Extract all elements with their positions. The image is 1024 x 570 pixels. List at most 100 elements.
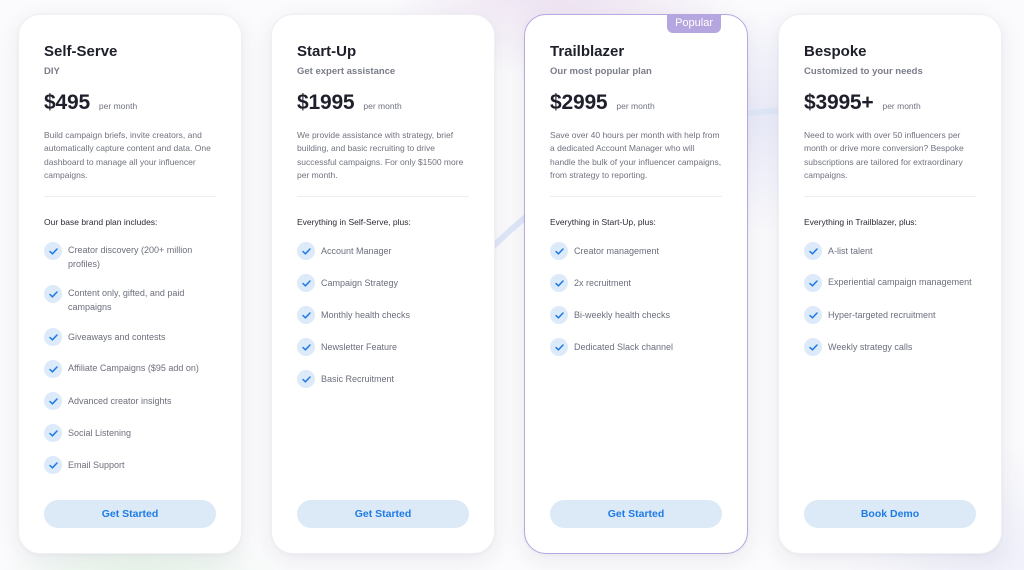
- check-icon: [44, 242, 62, 260]
- pricing-card-start-up: Start-Up Get expert assistance $1995 per…: [271, 14, 495, 554]
- pricing-card-self-serve: Self-Serve DIY $495 per month Build camp…: [18, 14, 242, 554]
- feature-text: Creator management: [574, 246, 660, 256]
- feature-text: Advanced creator insights: [68, 396, 172, 406]
- price-period: per month: [363, 101, 402, 111]
- feature-item: Giveaways and contests: [44, 327, 216, 346]
- check-icon: [297, 274, 315, 292]
- check-icon: [550, 274, 568, 292]
- price-row: $3995+ per month: [804, 91, 921, 115]
- feature-list: A-list talent Experiential campaign mana…: [804, 241, 976, 369]
- plan-name: Bespoke: [804, 43, 867, 60]
- check-icon: [550, 306, 568, 324]
- check-icon: [550, 242, 568, 260]
- divider: [297, 196, 469, 197]
- plan-description: Save over 40 hours per month with help f…: [550, 130, 722, 181]
- pricing-card-trailblazer: Popular Trailblazer Our most popular pla…: [524, 14, 748, 554]
- feature-text: A-list talent: [828, 246, 873, 256]
- feature-text: 2x recruitment: [574, 278, 632, 288]
- plan-price: $3995+: [804, 91, 874, 114]
- feature-text: Account Manager: [321, 246, 392, 256]
- price-row: $2995 per month: [550, 91, 655, 115]
- feature-item: Campaign Strategy: [297, 273, 469, 292]
- check-icon: [44, 328, 62, 346]
- check-icon: [297, 242, 315, 260]
- feature-text: Content only, gifted, and paid campaigns: [68, 288, 185, 312]
- price-row: $495 per month: [44, 91, 137, 115]
- plan-name: Self-Serve: [44, 43, 118, 60]
- feature-text: Social Listening: [68, 428, 132, 438]
- feature-item: Bi-weekly health checks: [550, 305, 722, 324]
- plan-description: Build campaign briefs, invite creators, …: [44, 130, 211, 181]
- check-icon: [44, 360, 62, 378]
- plan-price: $495: [44, 91, 90, 114]
- plan-tagline: Our most popular plan: [550, 66, 652, 77]
- plan-price: $1995: [297, 91, 355, 114]
- check-icon: [297, 306, 315, 324]
- feature-item: Weekly strategy calls: [804, 337, 976, 356]
- features-intro: Everything in Start-Up, plus:: [550, 217, 656, 227]
- check-icon: [804, 338, 822, 356]
- feature-text: Dedicated Slack channel: [574, 342, 674, 352]
- check-icon: [297, 338, 315, 356]
- check-icon: [804, 306, 822, 324]
- feature-item: Email Support: [44, 455, 216, 474]
- check-icon: [297, 370, 315, 388]
- feature-list: Account Manager Campaign Strategy Monthl…: [297, 241, 469, 401]
- features-intro: Everything in Self-Serve, plus:: [297, 217, 411, 227]
- feature-item: Account Manager: [297, 241, 469, 260]
- feature-text: Weekly strategy calls: [828, 342, 913, 352]
- feature-item: A-list talent: [804, 241, 976, 260]
- feature-item: Experiential campaign management: [804, 273, 976, 292]
- get-started-button[interactable]: Get Started: [44, 500, 216, 528]
- price-period: per month: [616, 101, 655, 111]
- feature-text: Hyper-targeted recruitment: [828, 310, 936, 320]
- plan-name: Start-Up: [297, 43, 357, 60]
- plan-price: $2995: [550, 91, 608, 114]
- feature-text: Creator discovery (200+ million profiles…: [68, 245, 193, 269]
- check-icon: [550, 338, 568, 356]
- price-period: per month: [98, 101, 138, 111]
- feature-item: Affiliate Campaigns ($95 add on): [44, 359, 216, 378]
- check-icon: [44, 456, 62, 474]
- feature-item: Advanced creator insights: [44, 391, 216, 410]
- feature-item: Hyper-targeted recruitment: [804, 305, 976, 324]
- divider: [804, 196, 976, 197]
- plan-name: Trailblazer: [550, 43, 625, 60]
- feature-text: Affiliate Campaigns ($95 add on): [68, 363, 199, 373]
- feature-item: Content only, gifted, and paid campaigns: [44, 284, 216, 314]
- feature-text: Experiential campaign management: [828, 277, 972, 287]
- feature-text: Campaign Strategy: [321, 278, 399, 288]
- features-intro: Everything in Trailblazer, plus:: [804, 217, 917, 227]
- pricing-card-bespoke: Bespoke Customized to your needs $3995+ …: [778, 14, 1002, 554]
- features-intro: Our base brand plan includes:: [44, 217, 158, 227]
- feature-text: Email Support: [68, 460, 125, 470]
- feature-item: Monthly health checks: [297, 305, 469, 324]
- book-demo-button[interactable]: Book Demo: [804, 500, 976, 528]
- get-started-button[interactable]: Get Started: [297, 500, 469, 528]
- feature-text: Bi-weekly health checks: [574, 310, 671, 320]
- feature-list: Creator discovery (200+ million profiles…: [44, 241, 216, 487]
- feature-text: Monthly health checks: [321, 310, 411, 320]
- feature-item: Dedicated Slack channel: [550, 337, 722, 356]
- divider: [550, 196, 722, 197]
- price-period: per month: [882, 101, 921, 111]
- get-started-button[interactable]: Get Started: [550, 500, 722, 528]
- feature-item: Creator management: [550, 241, 722, 260]
- divider: [44, 196, 216, 197]
- feature-text: Basic Recruitment: [321, 374, 395, 384]
- plan-tagline: Customized to your needs: [804, 66, 923, 77]
- feature-item: Newsletter Feature: [297, 337, 469, 356]
- feature-item: Creator discovery (200+ million profiles…: [44, 241, 216, 271]
- check-icon: [804, 242, 822, 260]
- price-row: $1995 per month: [297, 91, 402, 115]
- check-icon: [804, 274, 822, 292]
- plan-tagline: Get expert assistance: [297, 66, 396, 77]
- check-icon: [44, 392, 62, 410]
- feature-list: Creator management 2x recruitment Bi-wee…: [550, 241, 722, 369]
- feature-item: 2x recruitment: [550, 273, 722, 292]
- check-icon: [44, 285, 62, 303]
- feature-text: Giveaways and contests: [68, 332, 166, 342]
- feature-item: Basic Recruitment: [297, 369, 469, 388]
- feature-item: Social Listening: [44, 423, 216, 442]
- plan-description: We provide assistance with strategy, bri…: [297, 130, 464, 181]
